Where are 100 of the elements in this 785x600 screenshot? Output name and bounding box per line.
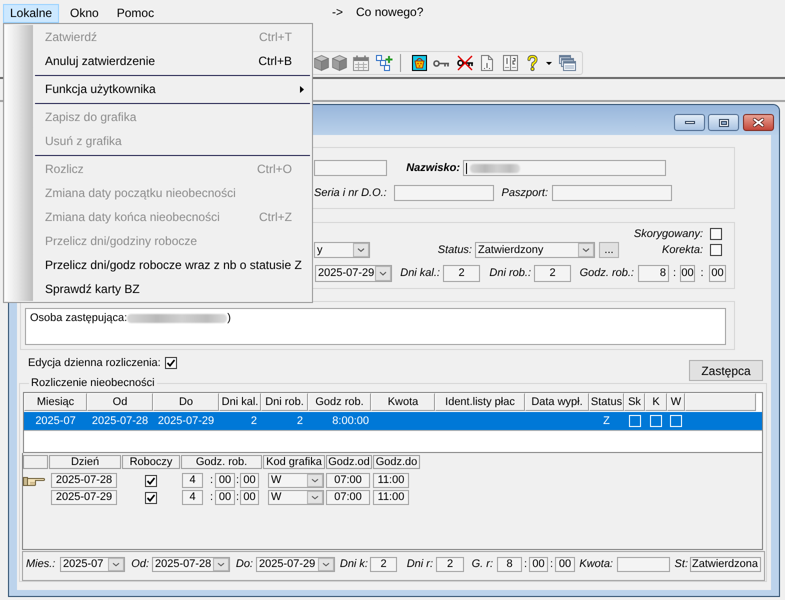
- help-icon[interactable]: [527, 55, 538, 71]
- work-days-field[interactable]: 2: [534, 265, 571, 282]
- menu-bar-item[interactable]: Lokalne: [3, 4, 60, 23]
- column-header: Sk: [624, 393, 645, 411]
- schedule-code-dropdown[interactable]: W: [268, 490, 324, 505]
- date-field[interactable]: 2025-07-28: [51, 473, 117, 488]
- time-field[interactable]: 00: [709, 265, 726, 282]
- shortcut-text: Ctrl+O: [256, 162, 292, 176]
- chevron-down-icon[interactable]: [578, 243, 594, 257]
- crossed-key-icon[interactable]: [457, 55, 473, 71]
- time-field[interactable]: 00: [529, 557, 548, 572]
- submenu-arrow-icon: [300, 86, 304, 92]
- checkbox[interactable]: [710, 228, 722, 240]
- time-field[interactable]: 00: [680, 265, 695, 282]
- two-column-page-icon[interactable]: [503, 55, 518, 71]
- table-cell-text: 2025-07: [34, 414, 77, 429]
- column-header: Godz rob.: [308, 393, 371, 411]
- menu-item[interactable]: Przelicz dni/godz robocze wraz z nb o statusie Z: [33, 253, 311, 277]
- group-title: Rozliczenie nieobecności: [30, 377, 156, 390]
- checkbox[interactable]: [164, 357, 177, 369]
- time-field[interactable]: 07:00: [326, 473, 370, 488]
- menu-item[interactable]: Sprawdź karty BZ: [33, 277, 311, 301]
- id-card-field[interactable]: [394, 185, 494, 201]
- work-days-label: Dni r:: [406, 557, 433, 572]
- time-field[interactable]: 8: [497, 557, 522, 572]
- calendar-days-label: Dni kal.:: [399, 267, 440, 280]
- time-field[interactable]: 00: [240, 473, 259, 488]
- column-header: Dni rob.: [261, 393, 308, 411]
- date-dropdown[interactable]: 2025-07-29: [256, 557, 335, 572]
- menu-item[interactable]: Anuluj zatwierdzenie Ctrl+B: [33, 49, 311, 73]
- status-label: St:: [674, 557, 688, 572]
- time-field[interactable]: 00: [240, 490, 259, 505]
- date-dropdown[interactable]: 2025-07-28: [152, 557, 230, 572]
- chevron-down-icon[interactable]: [307, 474, 323, 487]
- column-header: Dzień: [49, 455, 121, 469]
- time-field[interactable]: 00: [555, 557, 575, 572]
- close-icon: [753, 118, 764, 127]
- date-field[interactable]: 2025-07-29: [51, 490, 117, 505]
- caret-icon[interactable]: [546, 62, 552, 64]
- column-header: Godz. rob.: [181, 455, 262, 469]
- status-field[interactable]: Zatwierdzona: [690, 557, 761, 572]
- time-field[interactable]: 00: [215, 490, 235, 505]
- month-dropdown[interactable]: 2025-07: [60, 557, 125, 572]
- time-field[interactable]: 4: [182, 490, 203, 505]
- time-separator: :: [235, 491, 240, 504]
- menu-bar-item[interactable]: Okno: [63, 4, 106, 23]
- schedule-code-dropdown[interactable]: W: [268, 473, 324, 488]
- checkbox[interactable]: [145, 492, 157, 504]
- column-header: Dni kal.: [219, 393, 261, 411]
- linked-squares-icon[interactable]: [376, 55, 393, 71]
- column-header: Kwota: [371, 393, 435, 411]
- checkbox[interactable]: [145, 474, 157, 486]
- calendar-days-label: Dni k:: [338, 557, 368, 572]
- maximize-button[interactable]: [708, 114, 739, 131]
- calendar-days-field[interactable]: 2: [443, 265, 480, 282]
- chevron-down-icon[interactable]: [307, 491, 323, 504]
- page-icon[interactable]: [481, 55, 493, 71]
- table-cell-text: 2: [250, 414, 258, 429]
- table-cell-text: Z: [602, 414, 611, 429]
- time-field[interactable]: 11:00: [373, 490, 409, 505]
- minimize-button[interactable]: [674, 114, 705, 131]
- close-button[interactable]: [743, 114, 774, 131]
- work-days-field[interactable]: 2: [436, 557, 464, 572]
- amount-field[interactable]: [617, 557, 670, 572]
- time-field[interactable]: 8: [638, 265, 669, 282]
- time-field[interactable]: 4: [182, 473, 203, 488]
- menu-bar-item[interactable]: Pomoc: [110, 4, 162, 23]
- notes-field[interactable]: Osoba zastępująca: ): [25, 308, 726, 345]
- chevron-down-icon[interactable]: [108, 558, 124, 571]
- deputy-button[interactable]: Zastępca: [689, 360, 763, 381]
- time-field[interactable]: 11:00: [373, 473, 409, 488]
- type-dropdown[interactable]: y: [314, 242, 370, 258]
- menu-item[interactable]: Funkcja użytkownika: [33, 77, 311, 101]
- chevron-down-icon[interactable]: [213, 558, 229, 571]
- key-icon[interactable]: [433, 60, 449, 66]
- date-dropdown[interactable]: 2025-07-29: [315, 265, 392, 282]
- column-header: Miesiąc: [24, 393, 87, 411]
- passport-field[interactable]: [552, 185, 672, 201]
- windows-icon[interactable]: [559, 55, 576, 71]
- whats-new-link[interactable]: Co nowego?: [356, 4, 424, 18]
- time-field[interactable]: 07:00: [326, 490, 370, 505]
- chevron-down-icon[interactable]: [353, 243, 369, 257]
- work-hours-label: Godz. rob.:: [578, 267, 634, 280]
- more-button[interactable]: ...: [599, 242, 619, 258]
- chevron-down-icon[interactable]: [318, 558, 334, 571]
- status-label: Status:: [436, 244, 472, 256]
- status-dropdown[interactable]: Zatwierdzony: [475, 242, 595, 258]
- surname-label: Nazwisko:: [405, 162, 460, 174]
- correction-label: Korekta:: [661, 244, 703, 256]
- month-label: Mies.:: [26, 557, 56, 572]
- checkbox[interactable]: [710, 244, 722, 256]
- basket-icon[interactable]: [412, 55, 427, 71]
- work-days-label: Dni rob.:: [488, 267, 531, 280]
- time-separator: :: [235, 474, 240, 487]
- calendar-days-field[interactable]: 2: [370, 557, 397, 572]
- column-header: Status: [589, 393, 624, 411]
- chevron-down-icon[interactable]: [375, 266, 391, 281]
- surname-field[interactable]: [463, 160, 666, 176]
- time-field[interactable]: 00: [215, 473, 235, 488]
- text-field[interactable]: [314, 160, 387, 176]
